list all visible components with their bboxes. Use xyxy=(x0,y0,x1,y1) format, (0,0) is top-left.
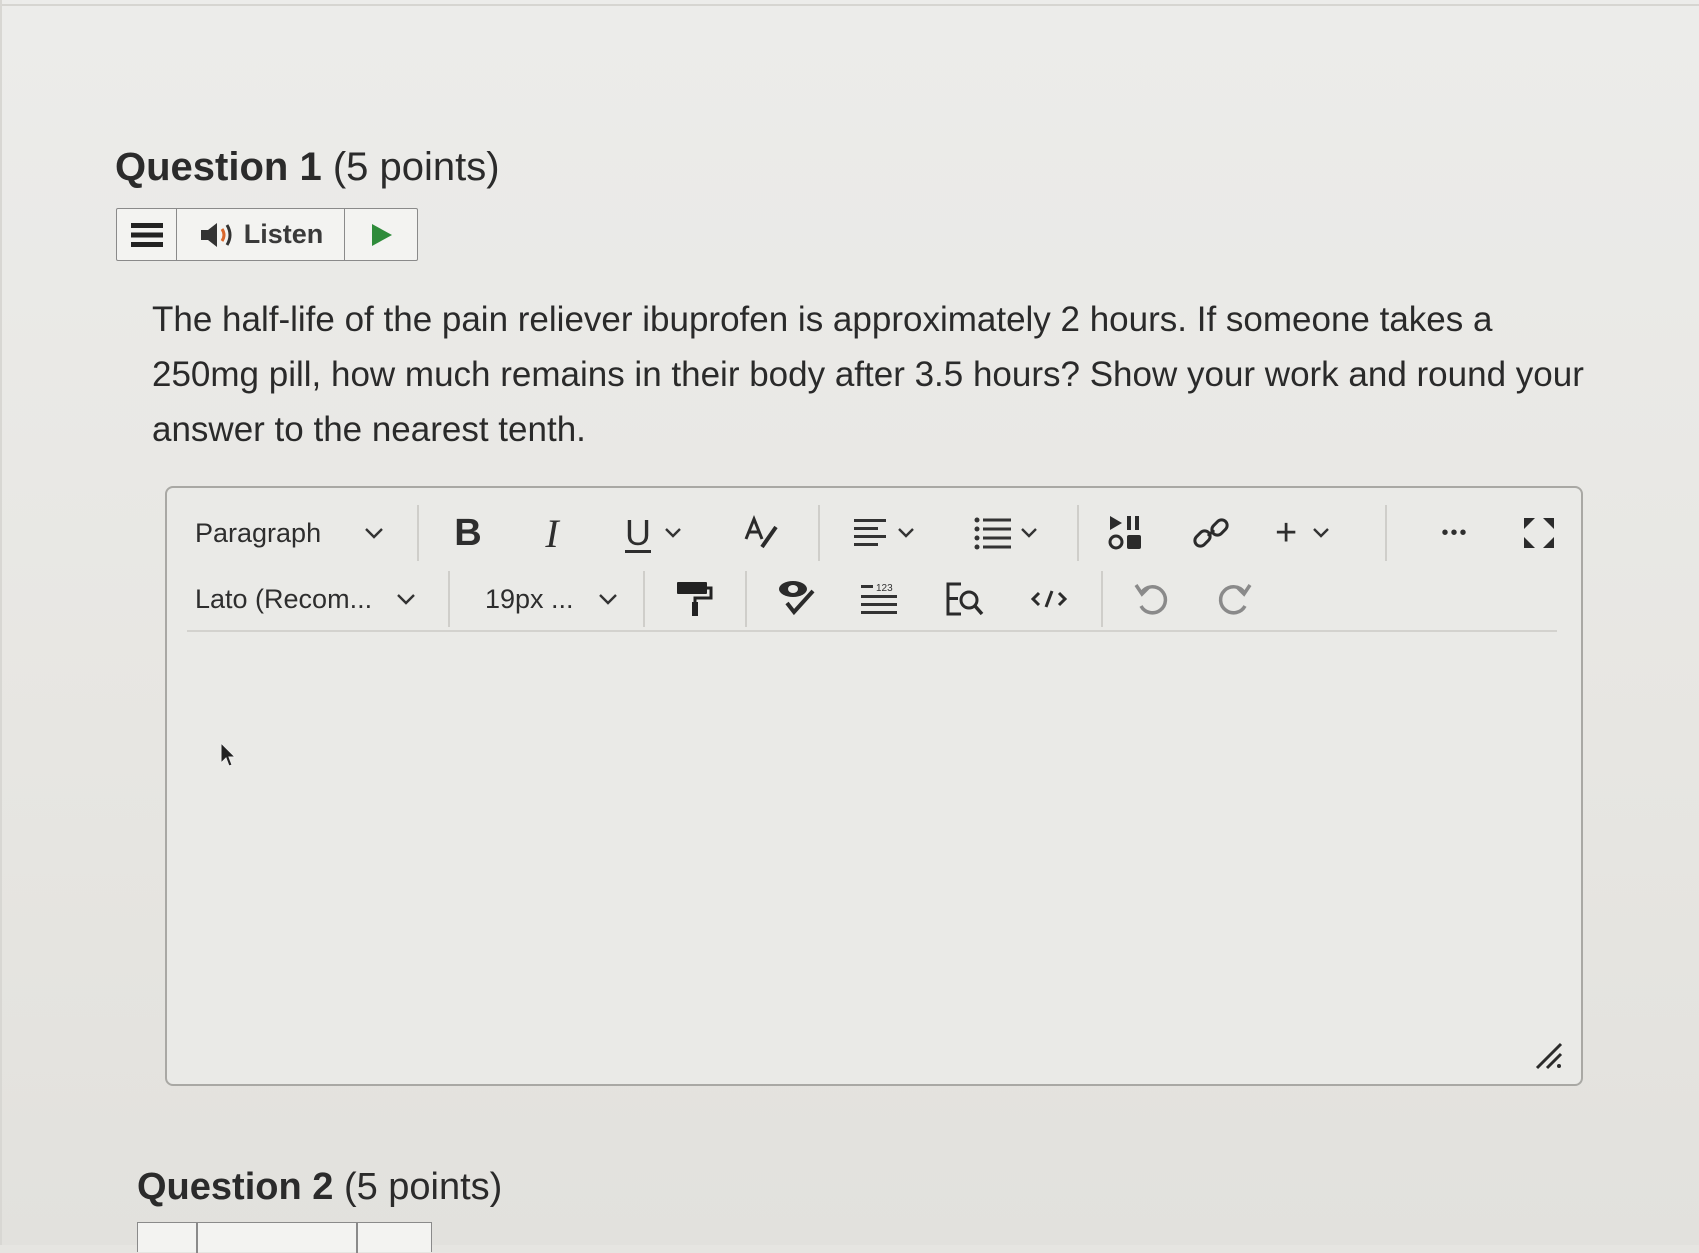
bold-icon: B xyxy=(454,511,482,554)
source-code-button[interactable] xyxy=(1029,568,1069,630)
question-2-heading: Question 2 (5 points) xyxy=(137,1166,502,1209)
left-border xyxy=(0,0,2,1245)
paint-roller-icon xyxy=(677,582,713,616)
editor-toolbar-row-2: Lato (Recom... 19px ... 123 xyxy=(167,568,1581,630)
chevron-down-icon xyxy=(898,528,914,538)
play-icon xyxy=(372,223,392,246)
word-count-button[interactable]: 123 xyxy=(859,568,903,630)
question-1-points: (5 points) xyxy=(332,145,500,189)
font-family-select[interactable]: Lato (Recom... xyxy=(195,568,425,630)
italic-icon: I xyxy=(545,510,559,556)
expand-icon xyxy=(1524,518,1554,548)
editor-toolbar-row-1: Paragraph B I U + ••• xyxy=(167,502,1581,564)
toolbar-separator xyxy=(1385,505,1387,561)
question-1-heading: Question 1 (5 points) xyxy=(115,145,500,190)
toolbar-separator xyxy=(356,1223,358,1253)
question-1-number: Question 1 xyxy=(115,145,322,189)
toolbar-separator xyxy=(448,571,450,627)
toolbar-separator xyxy=(417,505,419,561)
font-size-value: 19px ... xyxy=(485,583,574,614)
ellipsis-icon: ••• xyxy=(1441,521,1469,544)
code-icon xyxy=(1030,590,1068,608)
readspeaker-toolbar: Listen xyxy=(116,208,418,261)
chevron-down-icon xyxy=(1021,528,1037,538)
listen-button[interactable]: Listen xyxy=(177,209,345,260)
insert-link-button[interactable] xyxy=(1191,502,1231,564)
top-divider xyxy=(0,4,1699,6)
block-format-value: Paragraph xyxy=(195,517,322,548)
bulleted-list-icon xyxy=(974,517,1011,550)
readspeaker-menu-button[interactable] xyxy=(117,209,177,260)
chevron-down-icon xyxy=(665,528,681,538)
underline-icon: U xyxy=(625,512,651,553)
block-format-select[interactable]: Paragraph xyxy=(195,502,395,564)
hamburger-icon xyxy=(130,222,163,247)
find-replace-icon xyxy=(946,582,984,616)
rich-text-editor: Paragraph B I U + ••• Lato (Recom... 19p… xyxy=(165,486,1583,1086)
accessibility-checker-button[interactable] xyxy=(777,568,821,630)
listen-label: Listen xyxy=(243,219,324,249)
more-options-button[interactable]: ••• xyxy=(1435,502,1475,564)
plus-icon: + xyxy=(1275,511,1298,554)
editor-content-area[interactable] xyxy=(187,638,1561,1064)
insert-more-button[interactable]: + xyxy=(1275,502,1355,564)
find-replace-button[interactable] xyxy=(945,568,985,630)
undo-icon xyxy=(1134,584,1168,615)
chevron-down-icon xyxy=(599,594,617,605)
text-color-button[interactable] xyxy=(742,502,782,564)
question-1-text: The half-life of the pain reliever ibupr… xyxy=(152,300,1584,449)
list-button[interactable] xyxy=(973,502,1053,564)
italic-button[interactable]: I xyxy=(537,502,567,564)
toolbar-divider xyxy=(187,630,1557,632)
page-background: Question 1 (5 points) Listen The half-li… xyxy=(0,0,1699,1253)
format-painter-button[interactable] xyxy=(675,568,715,630)
font-family-value: Lato (Recom... xyxy=(195,583,373,614)
bold-button[interactable]: B xyxy=(450,502,486,564)
chevron-down-icon xyxy=(397,594,415,605)
undo-button[interactable] xyxy=(1133,568,1173,630)
fullscreen-button[interactable] xyxy=(1521,502,1561,564)
accessibility-check-icon xyxy=(779,581,815,616)
insert-media-button[interactable] xyxy=(1107,502,1147,564)
redo-icon xyxy=(1218,584,1252,615)
toolbar-separator xyxy=(745,571,747,627)
media-icon xyxy=(1108,516,1141,550)
question-2-number: Question 2 xyxy=(137,1166,334,1208)
svg-text:123: 123 xyxy=(876,583,893,594)
toolbar-separator xyxy=(1077,505,1079,561)
alignment-button[interactable] xyxy=(852,502,932,564)
link-icon xyxy=(1193,518,1229,548)
underline-button[interactable]: U xyxy=(625,502,705,564)
align-left-icon xyxy=(854,519,886,546)
toolbar-separator xyxy=(196,1223,198,1253)
font-size-select[interactable]: 19px ... xyxy=(485,568,630,630)
readspeaker-toolbar-2[interactable] xyxy=(137,1222,432,1253)
chevron-down-icon xyxy=(365,528,383,539)
mouse-cursor-icon xyxy=(220,741,237,767)
toolbar-separator xyxy=(818,505,820,561)
chevron-down-icon xyxy=(1313,528,1330,538)
resize-handle-icon[interactable] xyxy=(1533,1040,1563,1070)
play-button[interactable] xyxy=(345,209,417,260)
speaker-icon xyxy=(200,222,232,247)
question-2-points: (5 points) xyxy=(343,1166,503,1208)
word-count-icon: 123 xyxy=(861,583,897,614)
toolbar-separator xyxy=(1101,571,1103,627)
redo-button[interactable] xyxy=(1215,568,1255,630)
text-color-icon xyxy=(744,514,778,549)
toolbar-separator xyxy=(643,571,645,627)
